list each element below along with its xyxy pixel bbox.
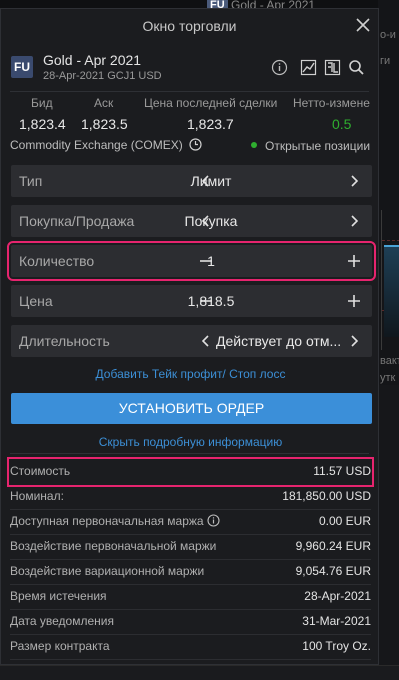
instrument-type-badge: FU <box>11 56 33 78</box>
ask-header: Аск <box>94 96 114 110</box>
clock-icon[interactable] <box>189 138 202 151</box>
detail-row-contract-size: Размер контракта 100 Troy Oz. <box>10 635 371 660</box>
detail-row-initial-margin-impact: Воздействие первоначальной маржи 9,960.2… <box>10 535 371 560</box>
dialog-title: Окно торговли <box>142 18 237 34</box>
price-value[interactable]: 1,818.5 <box>141 293 281 309</box>
net-change-value: 0.5 <box>332 116 352 132</box>
detail-row-cost: Стоимость 11.57 USD <box>7 457 374 487</box>
close-icon[interactable] <box>352 14 374 36</box>
detail-row-notice-date: Дата уведомления 31-Mar-2021 <box>10 610 371 635</box>
chevron-left-icon[interactable] <box>197 332 215 350</box>
detail-row-available-initial-margin: Доступная первоначальная маржа 0.00 EUR <box>10 510 371 535</box>
chevron-right-icon[interactable] <box>345 172 363 190</box>
order-type-field[interactable]: Тип Лимит <box>11 165 372 197</box>
order-type-value[interactable]: Лимит <box>141 173 281 189</box>
order-type-label: Тип <box>19 173 43 189</box>
background-label: утк <box>380 372 396 384</box>
last-price-value: 1,823.7 <box>187 116 234 132</box>
duration-field[interactable]: Длительность Действует до отм... <box>11 325 372 357</box>
search-icon[interactable] <box>348 59 365 76</box>
hide-details-link[interactable]: Скрыть подробную информацию <box>1 435 380 449</box>
background-panel-bottom <box>378 385 399 679</box>
quantity-stepper[interactable]: Количество 1 <box>7 241 376 281</box>
status-dot-icon <box>251 142 257 148</box>
open-positions-indicator[interactable]: Открытые позиции <box>251 139 370 153</box>
exchange-label: Commodity Exchange (COMEX) <box>10 138 202 152</box>
trade-ticket-dialog: Окно торговли FU Gold - Apr 2021 28-Apr-… <box>0 8 379 665</box>
detail-row-nominal: Номинал: 181,850.00 USD <box>10 485 371 510</box>
chart-icon[interactable] <box>300 59 317 76</box>
last-price-header: Цена последней сделки <box>144 96 278 110</box>
buy-sell-value[interactable]: Покупка <box>141 213 281 229</box>
place-order-button[interactable]: УСТАНОВИТЬ ОРДЕР <box>11 393 372 424</box>
plus-icon[interactable] <box>345 292 363 310</box>
product-overview-icon[interactable] <box>324 59 341 76</box>
background-label: о-и <box>380 29 396 41</box>
buy-sell-field[interactable]: Покупка/Продажа Покупка <box>11 205 372 237</box>
instrument-name[interactable]: Gold - Apr 2021 <box>43 52 141 68</box>
bid-header: Бид <box>31 96 53 110</box>
detail-row-variation-margin-impact: Воздействие вариационной маржи 9,054.76 … <box>10 560 371 585</box>
duration-label: Длительность <box>19 333 110 349</box>
background-chart <box>381 210 399 350</box>
plus-icon[interactable] <box>345 252 363 270</box>
chevron-right-icon[interactable] <box>345 332 363 350</box>
add-take-profit-stop-loss-link[interactable]: Добавить Тейк профит/ Стоп лосс <box>1 367 380 381</box>
chevron-right-icon[interactable] <box>345 212 363 230</box>
background-label: вакт <box>380 355 399 367</box>
background-label: ги <box>380 55 391 67</box>
dialog-title-bar[interactable]: Окно торговли <box>1 9 378 41</box>
quantity-label: Количество <box>19 253 95 269</box>
net-change-header: Нетто-измене <box>293 96 370 110</box>
bid-value[interactable]: 1,823.4 <box>19 116 66 132</box>
buy-sell-label: Покупка/Продажа <box>19 213 135 229</box>
info-icon[interactable] <box>207 514 220 527</box>
background-status-bar <box>0 665 399 680</box>
quantity-value[interactable]: 1 <box>141 253 281 269</box>
price-label: Цена <box>19 293 53 309</box>
info-icon[interactable] <box>271 59 288 76</box>
duration-value[interactable]: Действует до отм... <box>216 333 344 349</box>
detail-row-expiry: Время истечения 28-Apr-2021 <box>10 585 371 610</box>
price-stepper[interactable]: Цена 1,818.5 <box>11 285 372 317</box>
instrument-subtitle: 28-Apr-2021 GCJ1 USD <box>43 70 162 82</box>
divider <box>10 453 369 454</box>
ask-value[interactable]: 1,823.5 <box>81 116 128 132</box>
divider <box>10 91 369 92</box>
